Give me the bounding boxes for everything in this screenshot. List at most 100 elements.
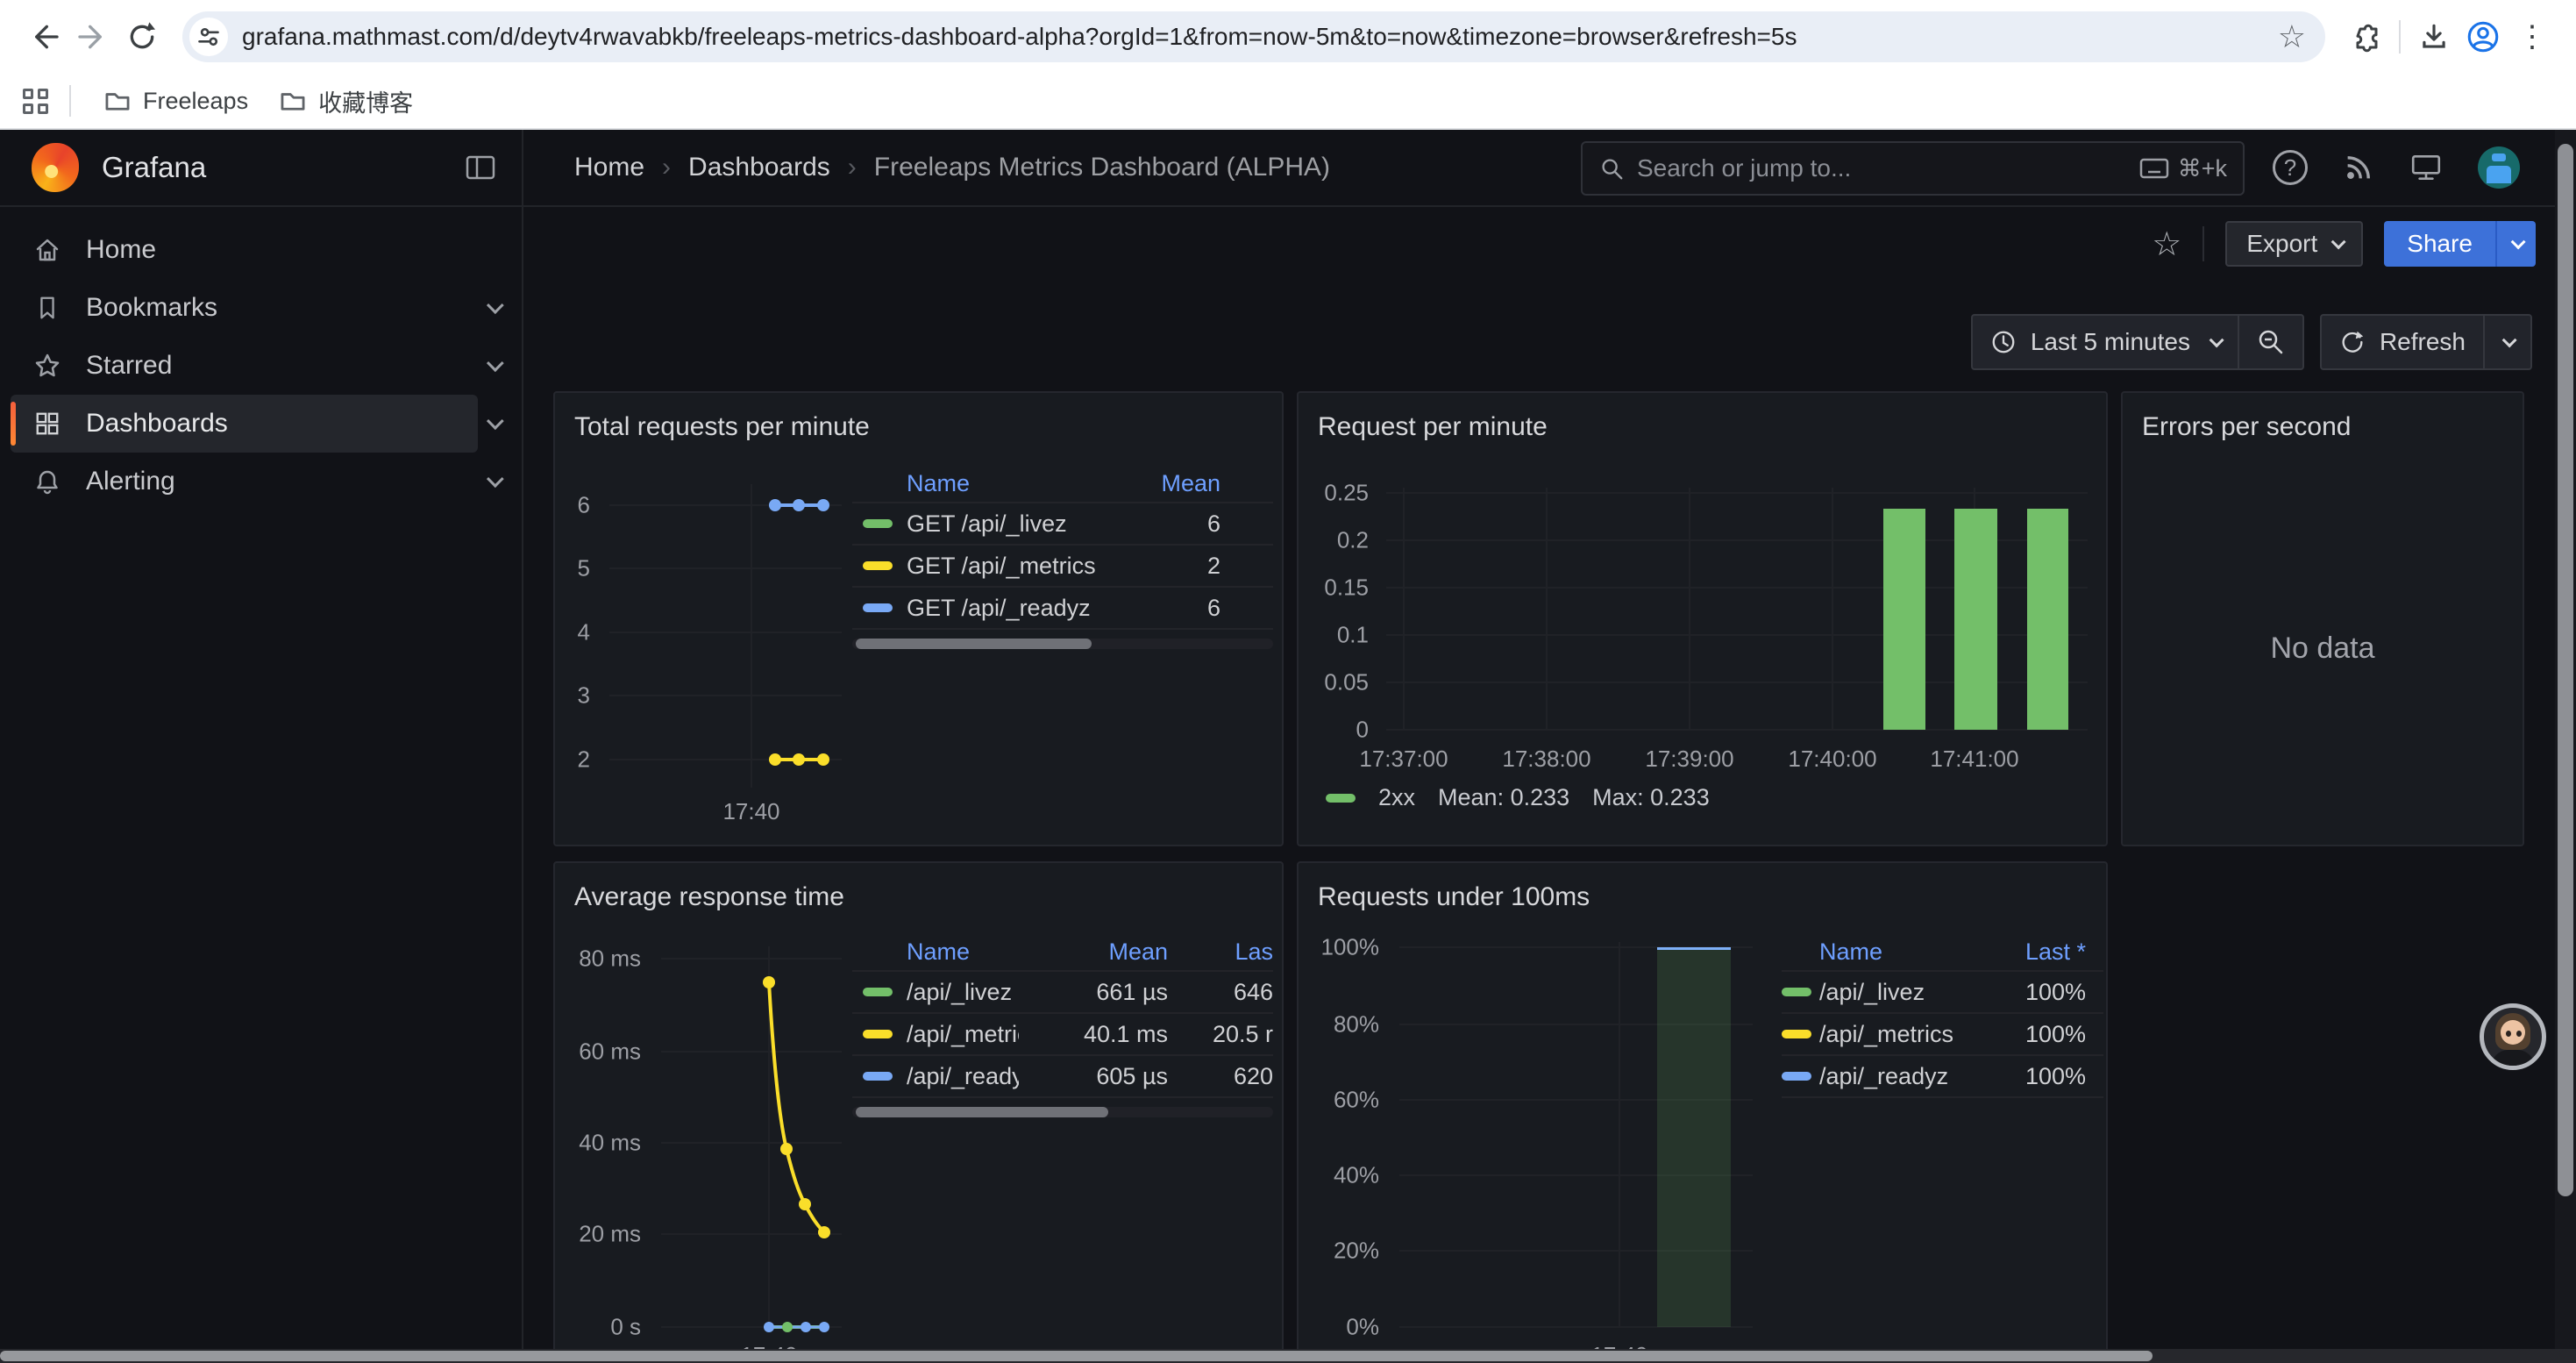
sidebar-item-bookmarks[interactable]: Bookmarks (11, 279, 478, 337)
url-bar[interactable]: grafana.mathmast.com/d/deytv4rwavabkb/fr… (182, 11, 2325, 62)
refresh-button[interactable]: Refresh (2322, 316, 2483, 368)
site-settings-icon[interactable] (189, 18, 228, 56)
series-name[interactable]: /api/_metrics (1819, 1021, 1981, 1048)
legend-header-last[interactable]: Las (1168, 938, 1273, 966)
series-name[interactable]: GET /api/_livez (907, 510, 1142, 538)
panel-title[interactable]: Average response time (574, 882, 844, 912)
bookmark-folder-freeleaps[interactable]: Freeleaps (89, 81, 264, 122)
chevron-down-icon[interactable] (487, 296, 504, 314)
chevron-down-icon[interactable] (487, 412, 504, 430)
legend-row[interactable]: /api/_readyz 605 µs 620 (852, 1056, 1273, 1098)
legend-row[interactable]: /api/_livez 661 µs 646 (852, 972, 1273, 1014)
legend-row[interactable]: /api/_readyz 100% (1782, 1056, 2103, 1098)
panel-title[interactable]: Total requests per minute (574, 412, 870, 442)
series-name[interactable]: /api/_livez (907, 979, 1019, 1006)
bar-2xx[interactable] (2027, 509, 2068, 730)
sidebar-item-home[interactable]: Home (11, 221, 478, 279)
time-range-picker[interactable]: Last 5 minutes (1971, 314, 2304, 370)
sidebar-item-starred[interactable]: Starred (11, 337, 478, 395)
bookmark-folder-blogs[interactable]: 收藏博客 (264, 77, 429, 125)
profile-icon[interactable] (2459, 12, 2508, 61)
breadcrumb-dashboards[interactable]: Dashboards (688, 153, 830, 182)
panel-request-per-minute[interactable]: Request per minute 0.25 0.2 0.15 0.1 0.0… (1297, 391, 2108, 846)
series-swatch (1782, 1072, 1811, 1081)
bar-2xx[interactable] (1954, 509, 1997, 730)
legend-header-mean[interactable]: Mean (1019, 938, 1168, 966)
panel-avg-response-time[interactable]: Average response time 80 ms 60 ms 40 ms (553, 861, 1284, 1363)
legend-header-mean[interactable]: Mean (1142, 470, 1273, 497)
bar-2xx[interactable] (1883, 509, 1925, 730)
reload-icon[interactable] (117, 12, 167, 61)
y-tick: 3 (555, 682, 590, 710)
panel-title[interactable]: Requests under 100ms (1318, 882, 1590, 912)
vertical-scrollbar[interactable] (2555, 130, 2576, 1349)
legend-row[interactable]: /api/_metrics 100% (1782, 1014, 2103, 1056)
apps-grid-icon[interactable] (23, 89, 48, 114)
sidebar-item-alerting[interactable]: Alerting (11, 453, 478, 510)
series-name[interactable]: /api/_readyz (907, 1063, 1019, 1090)
chevron-down-icon[interactable] (487, 470, 504, 488)
scrollbar-thumb[interactable] (856, 1107, 1108, 1117)
share-button[interactable]: Share (2384, 221, 2536, 267)
series-name[interactable]: /api/_metrics (907, 1021, 1019, 1048)
back-icon[interactable] (19, 12, 68, 61)
refresh-interval-button[interactable] (2485, 316, 2530, 368)
user-avatar[interactable] (2478, 146, 2520, 189)
legend-header-name[interactable]: Name (907, 938, 1019, 966)
under100-area[interactable] (1657, 947, 1731, 1327)
zoom-out-button[interactable] (2239, 316, 2302, 368)
x-tick: 17:37:00 (1334, 746, 1474, 773)
legend-row[interactable]: GET /api/_livez 6 (852, 503, 1273, 546)
share-label[interactable]: Share (2384, 221, 2495, 267)
legend-header-row: Name Last * (1782, 933, 2103, 972)
extensions-icon[interactable] (2341, 12, 2390, 61)
legend-row[interactable]: /api/_metrics 40.1 ms 20.5 r (852, 1014, 1273, 1056)
search-input[interactable] (1637, 154, 2139, 182)
rss-icon[interactable] (2343, 152, 2374, 183)
legend-header-name[interactable]: Name (907, 470, 1142, 497)
chevron-down-icon[interactable] (487, 354, 504, 372)
home-icon (32, 236, 63, 264)
favorite-star-icon[interactable]: ☆ (2152, 225, 2181, 264)
bookmark-star-icon[interactable]: ☆ (2267, 18, 2316, 55)
sidebar-item-dashboards[interactable]: Dashboards (11, 395, 478, 453)
y-tick: 6 (555, 492, 590, 519)
series-name[interactable]: GET /api/_metrics (907, 553, 1142, 580)
help-icon[interactable]: ? (2273, 150, 2308, 185)
panel-total-requests[interactable]: Total requests per minute 6 5 4 3 2 17:4… (553, 391, 1284, 846)
sidebar-collapse-icon[interactable] (466, 154, 495, 181)
panel-title[interactable]: Errors per second (2142, 412, 2351, 442)
legend-header-last[interactable]: Last * (1981, 938, 2103, 966)
legend-row[interactable]: GET /api/_metrics 2 (852, 546, 1273, 588)
floating-assistant-avatar[interactable] (2480, 1003, 2546, 1070)
download-icon[interactable] (2409, 12, 2459, 61)
legend[interactable]: 2xx Mean: 0.233 Max: 0.233 (1326, 784, 1710, 811)
y-tick: 0.15 (1307, 574, 1369, 602)
legend-scrollbar[interactable] (852, 639, 1273, 649)
series-name[interactable]: GET /api/_readyz (907, 595, 1142, 622)
legend-header-name[interactable]: Name (1819, 938, 1981, 966)
y-tick: 40% (1309, 1162, 1379, 1189)
series-name[interactable]: /api/_readyz (1819, 1063, 1981, 1090)
panel-requests-under-100ms[interactable]: Requests under 100ms 100% 80% 60% 40% 20… (1297, 861, 2108, 1363)
forward-icon[interactable] (68, 12, 117, 61)
series-name[interactable]: /api/_livez (1819, 979, 1981, 1006)
panel-errors-per-second[interactable]: Errors per second No data (2121, 391, 2524, 846)
horizontal-scrollbar[interactable] (0, 1349, 2576, 1363)
series-name[interactable]: 2xx (1378, 784, 1415, 811)
monitor-icon[interactable] (2409, 152, 2443, 183)
scrollbar-thumb[interactable] (2558, 144, 2573, 1196)
search-box[interactable]: ⌘+k (1581, 141, 2245, 196)
legend-row[interactable]: GET /api/_readyz 6 (852, 588, 1273, 630)
scrollbar-thumb[interactable] (856, 639, 1092, 649)
grafana-logo-icon[interactable] (32, 143, 79, 192)
legend-scrollbar[interactable] (852, 1107, 1273, 1117)
browser-menu-icon[interactable]: ⋮ (2508, 12, 2557, 61)
export-button[interactable]: Export (2225, 221, 2363, 267)
share-menu-button[interactable] (2495, 221, 2536, 267)
breadcrumb-home[interactable]: Home (574, 153, 644, 182)
panel-title[interactable]: Request per minute (1318, 412, 1548, 442)
legend-row[interactable]: /api/_livez 100% (1782, 972, 2103, 1014)
scrollbar-thumb[interactable] (0, 1351, 2153, 1361)
url-text[interactable]: grafana.mathmast.com/d/deytv4rwavabkb/fr… (242, 23, 2267, 51)
